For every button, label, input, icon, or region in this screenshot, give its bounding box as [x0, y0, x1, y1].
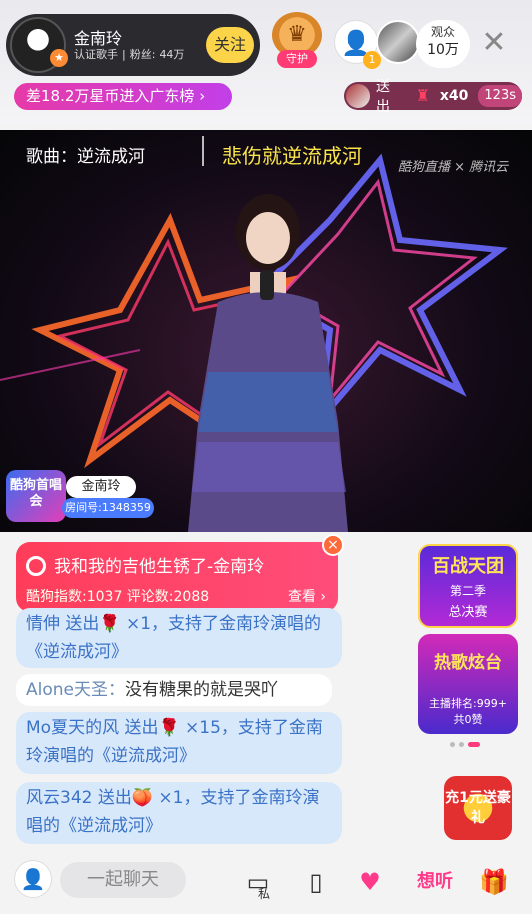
- song-prefix: 歌曲：: [26, 147, 77, 167]
- show-logo: 酷狗首唱会: [6, 470, 66, 522]
- dot-active: [468, 741, 480, 747]
- hot-song-banner[interactable]: 热歌炫台 主播排名:999+ 共0赞: [418, 634, 518, 734]
- room-number: 房间号:1348359: [62, 498, 154, 518]
- sender-avatar: [346, 84, 370, 108]
- chat-input[interactable]: 一起聊天: [60, 862, 186, 898]
- close-icon[interactable]: ×: [322, 534, 344, 556]
- live-video[interactable]: 歌曲：逆流成河 悲伤就逆流成河 酷狗直播 × 腾讯云 酷狗首唱会 金南玲 房间号…: [0, 130, 532, 532]
- audience-count[interactable]: 观众 10万: [416, 20, 470, 68]
- gift-timer: 123s: [478, 85, 522, 107]
- viewer-avatar[interactable]: [376, 20, 420, 64]
- chat-message: Mo夏天的风 送出🌹 ×15，支持了金南玲演唱的《逆流成河》: [16, 712, 342, 774]
- rank-banner-text: 差18.2万星币进入广东榜: [26, 87, 195, 105]
- hot-rank: 主播排名:999+: [429, 697, 507, 710]
- heart-gift-icon[interactable]: ♥: [350, 862, 390, 902]
- divider: [202, 136, 204, 166]
- gift-notice[interactable]: 送出 ♜ x40 123s: [344, 79, 522, 115]
- song-name: 逆流成河: [77, 147, 145, 167]
- guard-label: 守护: [277, 50, 317, 68]
- lyric-line: 悲伤就逆流成河: [222, 144, 362, 168]
- recharge-promo[interactable]: 充1元送豪礼: [444, 776, 512, 840]
- divider: |: [122, 48, 126, 61]
- battle-promo-banner[interactable]: 百战天团 第二季 总决赛: [418, 544, 518, 628]
- audience-number: 10万: [427, 41, 459, 58]
- singer-tag: 金南玲: [66, 476, 136, 498]
- viewer-rank-badge: 1: [363, 51, 381, 69]
- song-card-view-button[interactable]: 查看 ›: [288, 586, 326, 606]
- chat-message: 情伸 送出🌹 ×1，支持了金南玲演唱的《逆流成河》: [16, 608, 342, 668]
- host-title: 认证歌手: [74, 48, 118, 61]
- battle-title: 百战天团: [432, 556, 504, 577]
- battle-round: 总决赛: [448, 605, 488, 620]
- song-card-title: 我和我的吉他生锈了-金南玲: [54, 557, 265, 577]
- chat-text: 没有糖果的就是哭吖: [125, 680, 278, 700]
- gift-item-icon: ♜: [415, 86, 431, 105]
- watermark: 酷狗直播 × 腾讯云: [398, 160, 509, 175]
- verified-star-icon: ★: [50, 49, 68, 67]
- hot-title: 热歌炫台: [434, 653, 502, 673]
- host-avatar[interactable]: ★: [10, 17, 68, 73]
- close-icon[interactable]: ✕: [478, 28, 510, 60]
- fans-label: 粉丝:: [129, 48, 156, 61]
- want-listen-button[interactable]: 想听: [410, 862, 460, 902]
- song-label: 歌曲：逆流成河: [26, 142, 145, 167]
- my-avatar[interactable]: 👤: [14, 860, 52, 898]
- private-message-icon[interactable]: ▭ 私: [238, 862, 278, 902]
- audience-label: 观众: [430, 25, 455, 39]
- follow-button[interactable]: 关注: [206, 27, 254, 63]
- song-card-stats: 酷狗指数:1037 评论数:2088: [26, 589, 210, 605]
- chat-message: 风云342 送出🍑 ×1，支持了金南玲演唱的《逆流成河》: [16, 782, 342, 844]
- battle-season: 第二季: [449, 584, 486, 598]
- fans-count: 44万: [159, 48, 185, 61]
- video-icon[interactable]: ▯: [296, 862, 336, 902]
- gift-icon[interactable]: 🎁: [474, 862, 514, 902]
- gift-count: x40: [439, 88, 469, 104]
- chevron-right-icon: ›: [199, 87, 206, 105]
- gift-action: 送出: [375, 79, 390, 115]
- song-card[interactable]: 我和我的吉他生锈了-金南玲 酷狗指数:1037 评论数:2088 查看 › ×: [16, 534, 344, 612]
- chat-username[interactable]: Alone天圣：: [26, 680, 125, 700]
- guard-button[interactable]: ♛ 守护: [270, 12, 324, 74]
- view-label: 查看: [287, 589, 316, 605]
- host-name: 金南玲: [74, 28, 123, 48]
- top-viewer-empty[interactable]: 👤 1: [334, 20, 381, 69]
- host-info[interactable]: ★ 金南玲 认证歌手 | 粉丝: 44万 关注: [6, 14, 260, 76]
- dot: [450, 741, 455, 747]
- music-disc-icon: [26, 556, 46, 576]
- rank-banner[interactable]: 差18.2万星币进入广东榜 ›: [14, 83, 232, 110]
- hot-likes: 共0赞: [453, 713, 483, 726]
- singer-figure: [188, 194, 348, 532]
- private-label: 私: [258, 887, 271, 901]
- dot: [459, 741, 464, 747]
- chat-message: Alone天圣：没有糖果的就是哭吖: [16, 674, 332, 706]
- carousel-dots: [450, 740, 490, 748]
